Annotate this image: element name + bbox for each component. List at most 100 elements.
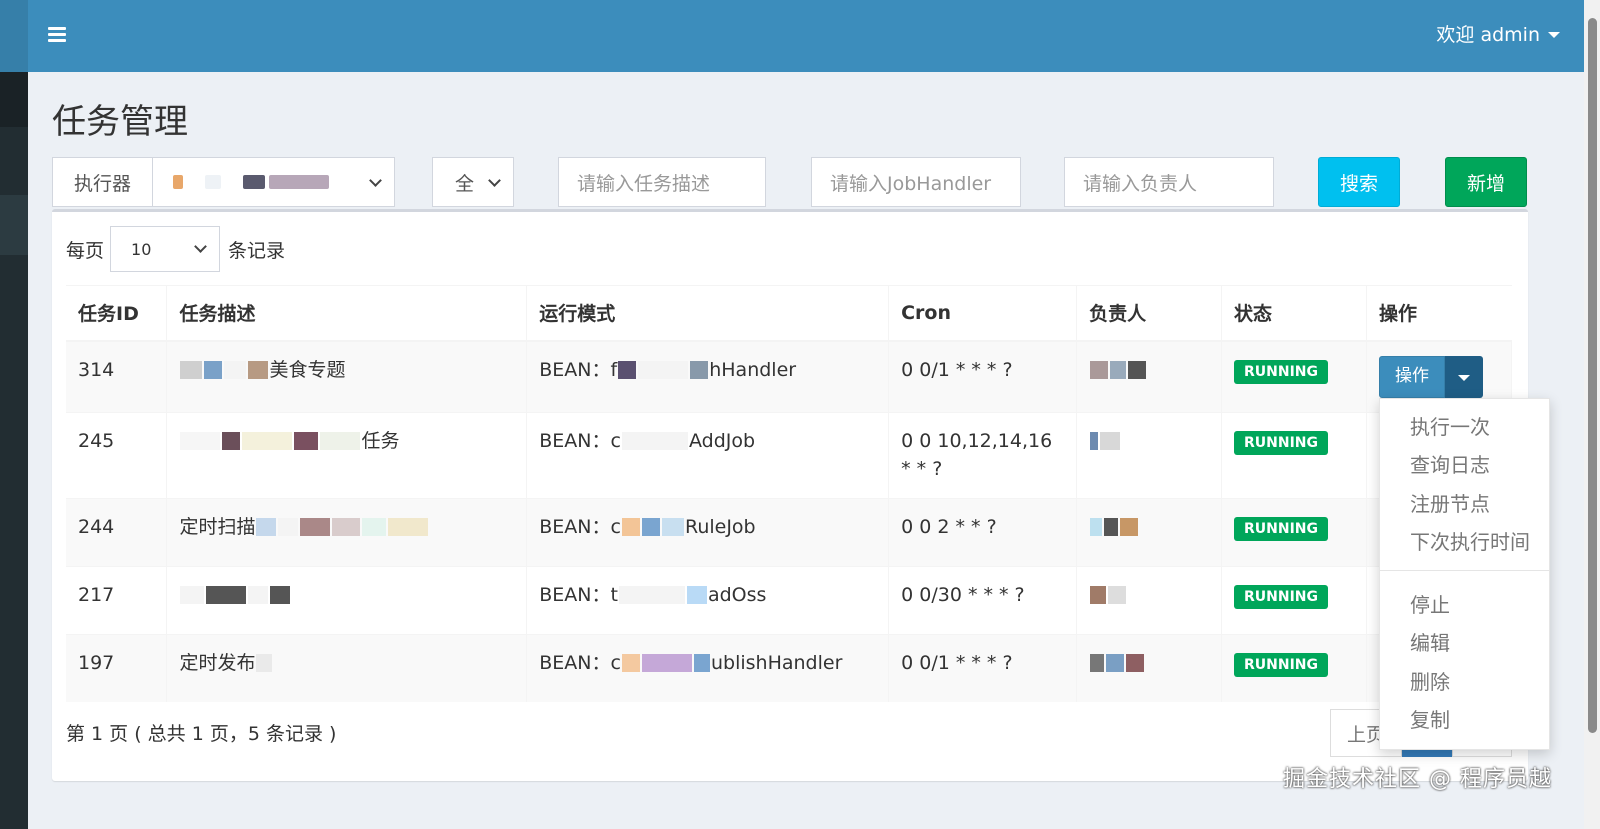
redacted-block <box>1090 518 1103 536</box>
page-title: 任务管理 <box>52 102 188 142</box>
menu-divider <box>1380 570 1549 571</box>
op-dropdown-menu: 执行一次 查询日志 注册节点 下次执行时间 停止 编辑 删除 复制 <box>1379 398 1550 750</box>
redacted-block <box>180 361 203 379</box>
status-badge: RUNNING <box>1233 516 1328 542</box>
cell-id: 197 <box>66 633 168 702</box>
mode-suffix: hHandler <box>709 358 797 381</box>
col-header-status[interactable]: 状态 <box>1221 285 1367 342</box>
col-header-cron[interactable]: Cron <box>888 285 1078 342</box>
redacted-block <box>621 432 688 450</box>
page-size-value: 10 <box>131 239 152 259</box>
redacted-block <box>278 518 299 536</box>
redacted-block <box>270 586 291 604</box>
redacted-block <box>173 175 183 189</box>
cell-mode: BEAN：c RuleJob <box>526 497 890 566</box>
redacted-block <box>269 175 329 189</box>
col-header-author[interactable]: 负责人 <box>1076 285 1222 342</box>
watermark: 掘金技术社区 @ 程序员越 <box>1283 767 1552 792</box>
job-handler-input[interactable]: 请输入JobHandler <box>811 157 1021 207</box>
cell-cron: 0 0 10,12,14,16 * * ? <box>888 411 1078 498</box>
mode-suffix: ublishHandler <box>710 651 843 674</box>
status-badge: RUNNING <box>1233 430 1328 456</box>
col-header-op: 操作 <box>1366 285 1512 342</box>
redacted-block <box>1106 654 1125 672</box>
table-row: 197 定时发布 BEAN：c ublishHandler 0 0/1 * * *… <box>66 633 1513 702</box>
redacted-block <box>204 361 223 379</box>
mode-prefix: BEAN：t <box>539 583 618 606</box>
status-select-value: 全 <box>455 172 475 195</box>
redacted-block <box>362 518 387 536</box>
add-job-button[interactable]: 新增 <box>1445 157 1527 207</box>
cell-status: RUNNING <box>1221 411 1367 498</box>
table-row: 244 定时扫描 BEAN：c RuleJob 0 0 2 * * ? RUNNI… <box>66 497 1513 566</box>
menu-item-stop[interactable]: 停止 <box>1380 584 1549 623</box>
executor-label: 执行器 <box>53 158 153 206</box>
cell-desc: 任务 <box>166 411 528 498</box>
cell-id: 245 <box>66 411 168 498</box>
mode-prefix: BEAN：f <box>539 358 618 381</box>
pagination-info: 第 1 页 ( 总共 1 页，5 条记录 ) <box>66 723 337 745</box>
cell-status: RUNNING <box>1221 565 1367 634</box>
redacted-block <box>686 586 707 604</box>
menu-item-delete[interactable]: 删除 <box>1380 661 1549 700</box>
table-row: 245 任务 BEAN：c AddJob 0 0 10,12,14,16 * * … <box>66 411 1513 498</box>
menu-item-edit[interactable]: 编辑 <box>1380 623 1549 662</box>
redacted-block <box>1126 654 1145 672</box>
status-badge: RUNNING <box>1233 359 1328 385</box>
executor-select[interactable] <box>153 158 394 206</box>
cell-mode: BEAN：c ublishHandler <box>526 633 890 702</box>
cell-status: RUNNING <box>1221 340 1367 412</box>
redacted-block <box>180 586 205 604</box>
scrollbar-thumb[interactable] <box>1588 18 1597 733</box>
cell-mode: BEAN：t adOss <box>526 565 890 634</box>
redacted-block <box>1110 361 1127 379</box>
table-row: 217 BEAN：t adOss 0 0/30 * * * ? RUNNING <box>66 565 1513 634</box>
caret-down-icon <box>1457 374 1470 381</box>
mode-suffix: adOss <box>707 583 767 606</box>
mode-suffix: RuleJob <box>684 515 756 538</box>
cell-id: 244 <box>66 497 168 566</box>
redacted-block <box>618 586 685 604</box>
status-badge: RUNNING <box>1233 652 1328 678</box>
desc-text: 任务 <box>361 429 400 452</box>
redacted-block <box>206 586 247 604</box>
menu-item-trigger-once[interactable]: 执行一次 <box>1380 406 1549 445</box>
sidebar-user-panel <box>0 72 28 127</box>
menu-item-registry-nodes[interactable]: 注册节点 <box>1380 483 1549 522</box>
redacted-block <box>294 432 319 450</box>
redacted-block <box>256 654 273 672</box>
redacted-block <box>693 654 710 672</box>
status-select[interactable]: 全 <box>432 157 514 207</box>
col-header-desc[interactable]: 任务描述 <box>166 285 528 342</box>
cell-status: RUNNING <box>1221 633 1367 702</box>
redacted-block <box>621 654 640 672</box>
page-size-suffix: 条记录 <box>228 239 286 262</box>
menu-item-next-trigger-time[interactable]: 下次执行时间 <box>1380 522 1549 561</box>
caret-down-icon <box>1548 31 1560 38</box>
col-header-mode[interactable]: 运行模式 <box>526 285 890 342</box>
job-desc-input[interactable]: 请输入任务描述 <box>558 157 766 207</box>
redacted-block <box>205 175 221 189</box>
page-scrollbar[interactable] <box>1584 0 1600 829</box>
menu-item-query-log[interactable]: 查询日志 <box>1380 445 1549 484</box>
sidebar-logo-area <box>0 0 28 72</box>
col-header-id[interactable]: 任务ID <box>66 285 168 342</box>
desc-text: 美食专题 <box>269 358 346 381</box>
cell-cron: 0 0 2 * * ? <box>888 497 1078 566</box>
menu-item-copy[interactable]: 复制 <box>1380 700 1549 739</box>
page-size-select[interactable]: 10 <box>110 226 221 272</box>
redacted-block <box>1090 432 1099 450</box>
sidebar-active-item[interactable] <box>0 195 28 255</box>
op-dropdown-toggle[interactable] <box>1444 355 1483 398</box>
redacted-block <box>256 518 277 536</box>
redacted-block <box>1120 518 1139 536</box>
user-menu[interactable]: 欢迎 admin <box>1436 20 1560 47</box>
cell-cron: 0 0/1 * * * ? <box>888 633 1078 702</box>
cell-desc: 定时发布 <box>166 633 528 702</box>
author-input[interactable]: 请输入负责人 <box>1064 157 1274 207</box>
hamburger-icon[interactable] <box>48 24 72 48</box>
redacted-block <box>248 361 269 379</box>
search-button[interactable]: 搜索 <box>1318 157 1400 207</box>
cell-desc: 定时扫描 <box>166 497 528 566</box>
op-button[interactable]: 操作 <box>1378 355 1445 398</box>
